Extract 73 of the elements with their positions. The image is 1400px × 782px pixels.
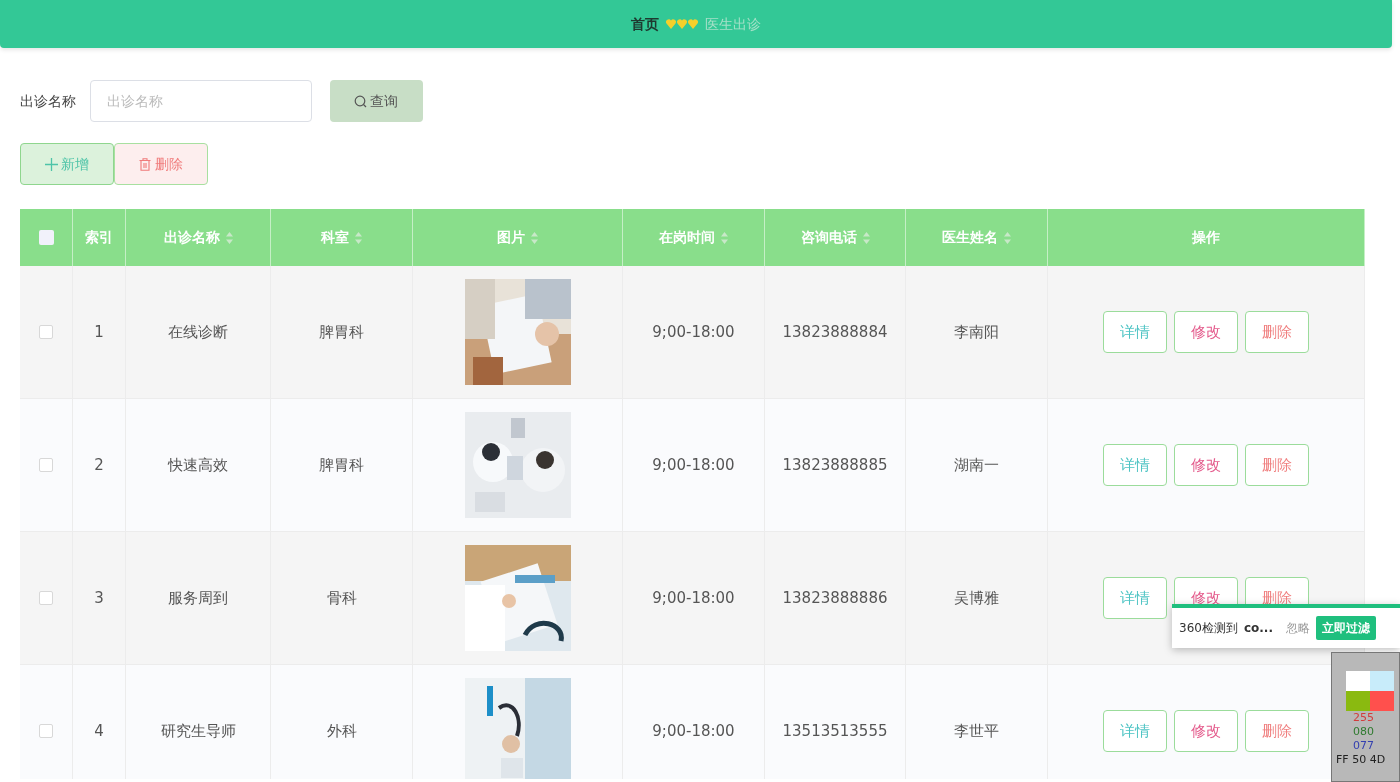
filter-button[interactable]: 立即过滤 xyxy=(1315,616,1376,640)
add-button[interactable]: 新增 xyxy=(20,143,114,185)
details-button[interactable]: 详情 xyxy=(1103,444,1167,486)
color-value: 077 xyxy=(1353,739,1375,753)
details-button[interactable]: 详情 xyxy=(1103,577,1167,619)
edit-button[interactable]: 修改 xyxy=(1174,311,1238,353)
table-cell-text: 服务周到 xyxy=(168,587,228,609)
breadcrumb-current: 医生出诊 xyxy=(705,14,761,34)
table-cell-text: 吴博雅 xyxy=(954,587,999,609)
table-cell-text: 13823888884 xyxy=(782,321,888,343)
edit-button[interactable]: 修改 xyxy=(1174,710,1238,752)
table-cell-text: 13513513555 xyxy=(782,720,888,742)
sort-icon[interactable] xyxy=(355,231,362,244)
table-cell-text: 9;00-18:00 xyxy=(652,321,735,343)
details-button[interactable]: 详情 xyxy=(1103,311,1167,353)
column-header[interactable]: 操作 xyxy=(1192,227,1220,248)
table-cell-text: 骨科 xyxy=(326,587,357,609)
column-header[interactable]: 医生姓名 xyxy=(942,227,998,248)
delete-button[interactable]: 删除 xyxy=(114,143,208,185)
column-header[interactable]: 科室 xyxy=(321,227,349,248)
edit-button[interactable]: 修改 xyxy=(1174,444,1238,486)
table-cell-text: 13823888885 xyxy=(782,454,888,476)
search-icon xyxy=(353,94,367,108)
delete-button[interactable]: 删除 xyxy=(1245,710,1309,752)
select-all-checkbox[interactable] xyxy=(38,230,54,245)
table-cell-text: 3 xyxy=(94,587,104,609)
column-header[interactable]: 出诊名称 xyxy=(163,227,220,248)
details-button[interactable]: 详情 xyxy=(1103,710,1167,752)
table-cell-text: 4 xyxy=(94,720,104,742)
column-header[interactable]: 索引 xyxy=(85,227,113,248)
plus-icon xyxy=(44,157,58,171)
table-cell-text: 9;00-18:00 xyxy=(652,454,735,476)
search-field[interactable]: 出诊名称 xyxy=(90,80,312,122)
sort-icon[interactable] xyxy=(1004,231,1011,244)
notification-text: 360检测到 xyxy=(1179,620,1238,637)
notification-detail: co... xyxy=(1243,620,1273,637)
table-cell-text: 在线诊断 xyxy=(168,321,228,343)
color-value: 255 xyxy=(1353,711,1375,725)
table-cell-text: 快速高效 xyxy=(168,454,228,476)
color-swatches-drawing[interactable] xyxy=(1346,671,1396,711)
color-value: 080 xyxy=(1353,725,1375,739)
table-cell-text: 9;00-18:00 xyxy=(652,587,735,609)
table-cell-text: 外科 xyxy=(326,720,357,742)
sort-icon[interactable] xyxy=(531,231,538,244)
sort-icon[interactable] xyxy=(225,231,233,244)
table-cell-text: 脾胃科 xyxy=(319,321,364,343)
column-header[interactable]: 咨询电话 xyxy=(800,227,857,248)
column-header[interactable]: 在岗时间 xyxy=(659,227,715,248)
table-cell-text: 9;00-18:00 xyxy=(652,720,735,742)
table-cell-text: 13823888886 xyxy=(782,587,888,609)
hex-value: FF 50 4D xyxy=(1336,753,1387,767)
table-cell-text: 2 xyxy=(94,454,104,476)
table-cell-text: 脾胃科 xyxy=(319,454,364,476)
table-cell-text: 1 xyxy=(94,321,104,343)
table-cell-text: 李世平 xyxy=(954,720,999,742)
row-checkbox[interactable] xyxy=(39,325,53,339)
row-checkbox[interactable] xyxy=(39,591,53,605)
breadcrumb-link[interactable]: 首页 xyxy=(631,13,659,35)
row-checkbox[interactable] xyxy=(39,458,53,472)
trash-icon xyxy=(139,157,152,171)
delete-button[interactable]: 删除 xyxy=(1245,444,1309,486)
sort-icon[interactable] xyxy=(721,231,728,244)
column-header[interactable]: 图片 xyxy=(497,227,525,248)
row-checkbox[interactable] xyxy=(39,724,53,738)
search-button[interactable]: 查询 xyxy=(329,80,423,122)
table-cell-text: 李南阳 xyxy=(954,321,999,343)
delete-button[interactable]: 删除 xyxy=(1245,311,1309,353)
table-cell-text: 湖南一 xyxy=(954,454,999,476)
sort-icon[interactable] xyxy=(862,231,870,244)
ignore-link[interactable]: 忽略 xyxy=(1285,619,1310,637)
search-label: 出诊名称 xyxy=(20,91,76,111)
hearts-icon xyxy=(666,19,698,29)
table-cell-text: 研究生导师 xyxy=(160,720,236,742)
